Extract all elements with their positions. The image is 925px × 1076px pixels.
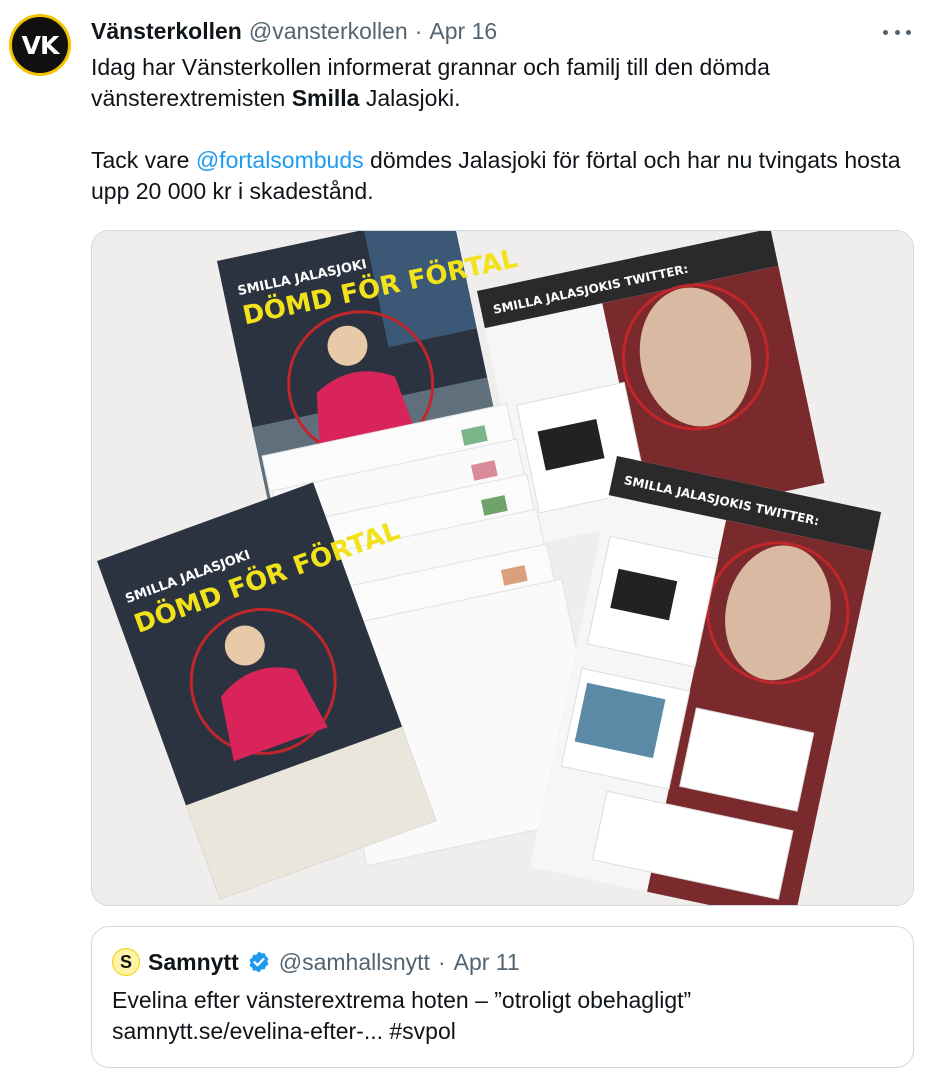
tweet-text: Idag har Vänsterkollen informerat granna… bbox=[91, 52, 901, 207]
tweet: VK Vänsterkollen @vansterkollen · Apr 16… bbox=[0, 0, 925, 1076]
author-name[interactable]: Vänsterkollen bbox=[91, 18, 242, 45]
tweet-date[interactable]: Apr 16 bbox=[429, 18, 497, 45]
photo-scene: SMILLA JALASJOKI DÖMD FÖR FÖRTAL SMILLA … bbox=[92, 231, 913, 905]
quoted-text-line-1: Evelina efter vänsterextrema hoten – ”ot… bbox=[112, 987, 692, 1013]
quoted-text-line-2[interactable]: samnytt.se/evelina-efter-... #svpol bbox=[112, 1016, 892, 1047]
quoted-tweet[interactable]: S Samnytt @samhallsnytt · Apr 11 Evelina… bbox=[91, 926, 914, 1068]
avatar-text: VK bbox=[21, 30, 60, 60]
quoted-tweet-text: Evelina efter vänsterextrema hoten – ”ot… bbox=[112, 985, 892, 1047]
more-icon[interactable] bbox=[883, 20, 911, 44]
quoted-avatar-text: S bbox=[119, 951, 132, 972]
quoted-tweet-date[interactable]: Apr 11 bbox=[454, 949, 520, 976]
quoted-author-name[interactable]: Samnytt bbox=[148, 949, 239, 976]
tweet-text-part: Tack vare bbox=[91, 147, 196, 173]
author-handle[interactable]: @vansterkollen bbox=[249, 18, 408, 45]
tweet-paragraph-1: Idag har Vänsterkollen informerat granna… bbox=[91, 52, 901, 114]
tweet-text-part: Jalasjoki. bbox=[359, 85, 461, 111]
quoted-author-handle[interactable]: @samhallsnytt bbox=[279, 949, 430, 976]
tweet-text-bold: Smilla bbox=[291, 85, 360, 111]
verified-badge-icon bbox=[249, 951, 269, 973]
tweet-header: Vänsterkollen @vansterkollen · Apr 16 bbox=[91, 16, 497, 46]
tweet-paragraph-2: Tack vare @fortalsombuds dömdes Jalasjok… bbox=[91, 145, 901, 207]
quoted-tweet-header: S Samnytt @samhallsnytt · Apr 11 bbox=[112, 947, 520, 977]
author-avatar[interactable]: VK bbox=[9, 14, 71, 76]
quoted-author-avatar[interactable]: S bbox=[112, 948, 140, 976]
quoted-header-separator: · bbox=[437, 948, 446, 975]
mention-link[interactable]: @fortalsombuds bbox=[196, 147, 364, 173]
tweet-photo[interactable]: SMILLA JALASJOKI DÖMD FÖR FÖRTAL SMILLA … bbox=[91, 230, 914, 906]
header-separator: · bbox=[414, 17, 423, 44]
